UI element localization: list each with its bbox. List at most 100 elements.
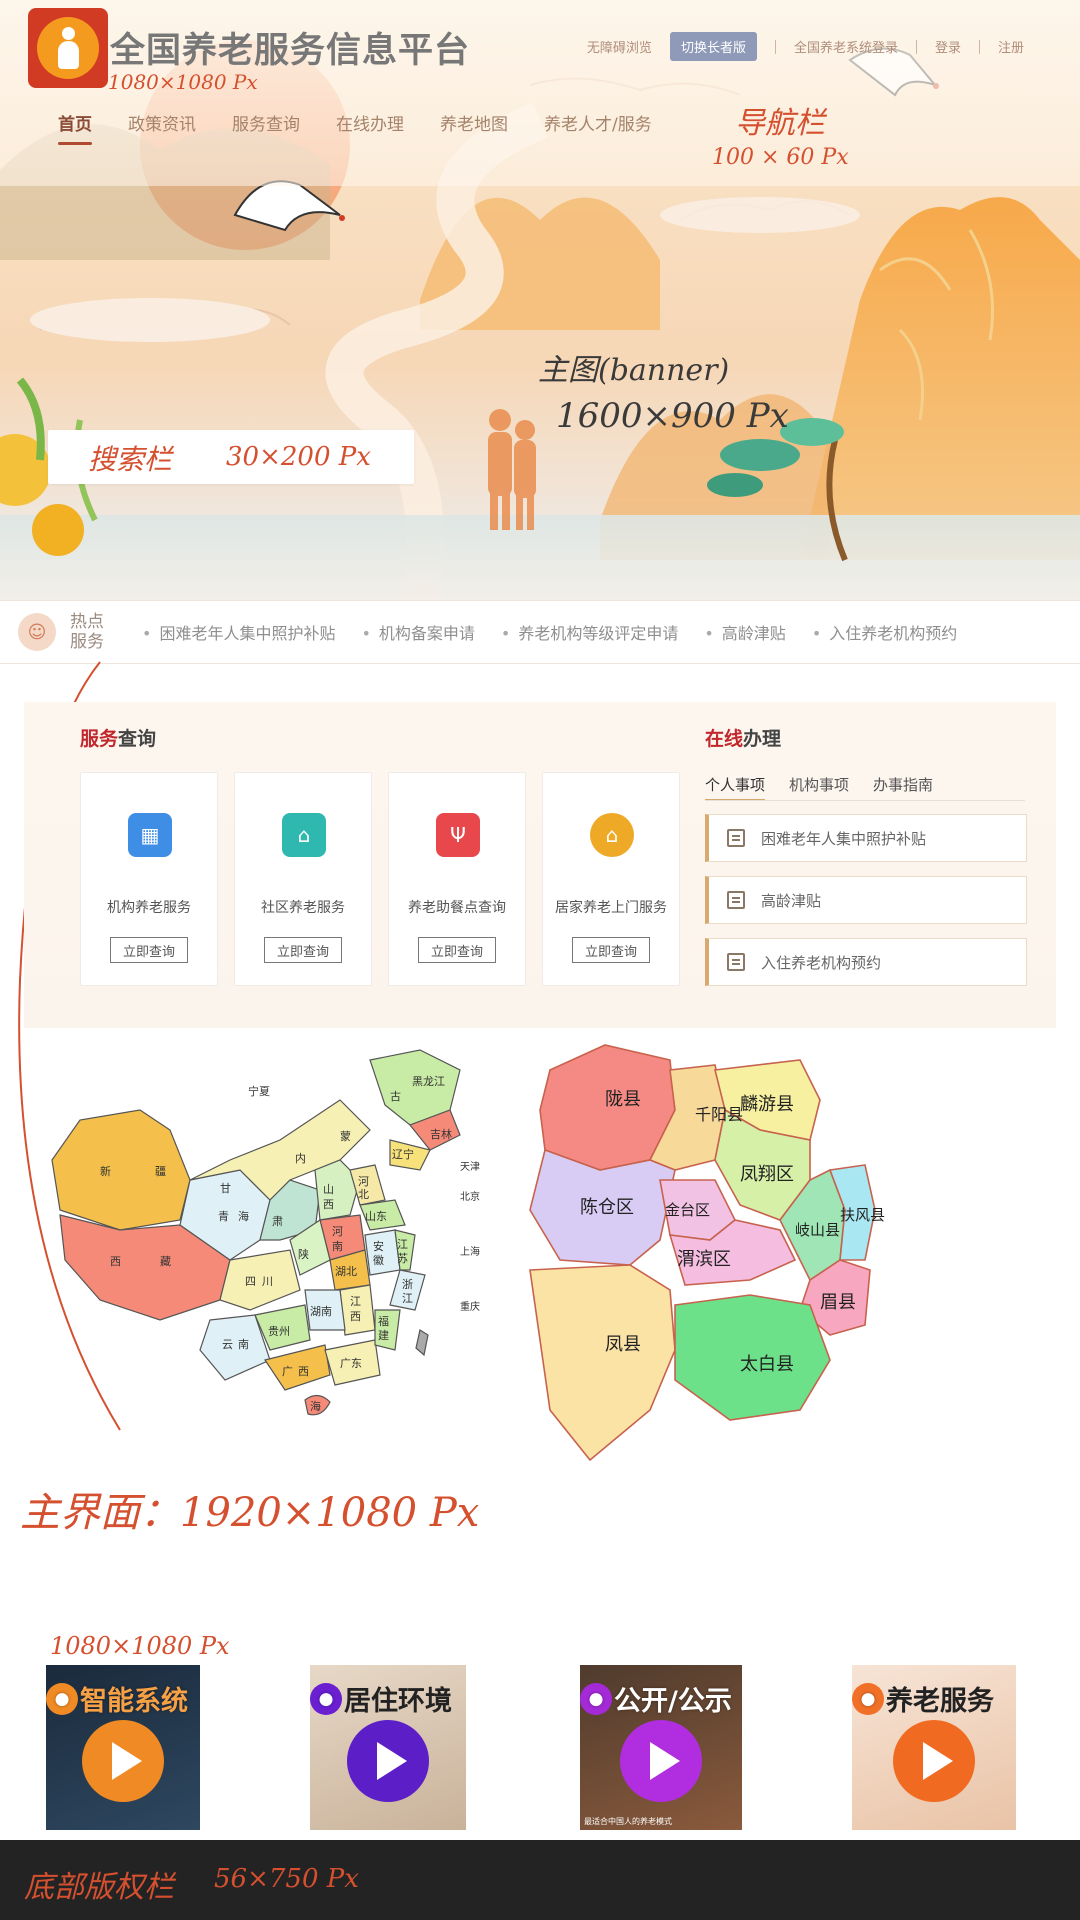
play-icon[interactable] xyxy=(620,1719,702,1802)
register-link[interactable]: 注册 xyxy=(998,37,1024,56)
video-thumb-living-environment[interactable]: ● 居住环境 xyxy=(310,1665,466,1830)
hot-services-bar: ☺ 热点服务 困难老年人集中照护补贴 机构备案申请 养老机构等级评定申请 高龄津… xyxy=(0,600,1080,664)
map-label: 肃 xyxy=(272,1215,283,1228)
query-now-button[interactable]: 立即查询 xyxy=(110,937,188,963)
online-tabs: 个人事项 机构事项 办事指南 xyxy=(705,774,933,801)
map-label: 甘 xyxy=(220,1182,231,1195)
tab-institution[interactable]: 机构事项 xyxy=(789,774,849,801)
document-icon xyxy=(727,891,745,909)
play-icon[interactable] xyxy=(82,1719,164,1802)
map-label: 南 xyxy=(332,1240,343,1253)
map-label: 山东 xyxy=(365,1210,387,1223)
system-login-link[interactable]: 全国养老系统登录 xyxy=(794,37,898,56)
nav-item-online[interactable]: 在线办理 xyxy=(336,110,404,145)
service-card-meal[interactable]: Ψ 养老助餐点查询 立即查询 xyxy=(388,772,526,986)
platform-logo[interactable] xyxy=(28,8,108,88)
map-label: 北 xyxy=(358,1188,369,1201)
online-item[interactable]: 高龄津贴 xyxy=(705,876,1027,924)
banner-label-note: 主图(banner) xyxy=(538,353,730,388)
divider xyxy=(915,39,917,54)
tab-personal[interactable]: 个人事项 xyxy=(705,774,766,801)
online-item[interactable]: 入住养老机构预约 xyxy=(705,938,1027,986)
china-map[interactable]: 新 疆 西 藏 青 海 甘 内 蒙 古 黑龙江 吉林 辽宁 肃 山 西 河 北 … xyxy=(40,1030,510,1450)
play-icon[interactable] xyxy=(893,1719,975,1802)
elder-mode-button[interactable]: 切换长者版 xyxy=(669,32,757,61)
nav-item-policy[interactable]: 政策资讯 xyxy=(128,110,196,145)
county-label: 陈仓区 xyxy=(580,1197,634,1218)
home-icon: ⌂ xyxy=(282,813,326,857)
query-now-button[interactable]: 立即查询 xyxy=(264,937,342,963)
map-label: 海 xyxy=(310,1399,321,1413)
footer-size-note: 56×750 Px xyxy=(214,1864,359,1894)
online-item-label: 困难老年人集中照护补贴 xyxy=(761,829,927,848)
play-icon[interactable] xyxy=(347,1719,429,1802)
map-label: 河 xyxy=(358,1175,369,1188)
map-label: 广东 xyxy=(340,1357,362,1370)
map-label: 陕 xyxy=(298,1247,309,1261)
hot-item[interactable]: 机构备案申请 xyxy=(361,620,475,644)
thumb-title: ● 养老服务 xyxy=(852,1679,994,1718)
county-label: 渭滨区 xyxy=(677,1249,731,1270)
document-icon xyxy=(727,953,745,971)
map-label: 藏 xyxy=(160,1255,171,1268)
service-card-label: 社区养老服务 xyxy=(261,900,345,916)
map-region-taiwan xyxy=(415,1329,429,1357)
map-label: 西 xyxy=(110,1255,121,1268)
nav-item-home[interactable]: 首页 xyxy=(58,110,92,145)
nav-item-talent[interactable]: 养老人才/服务 xyxy=(544,110,652,145)
thumb-title: ● 公开/公示 xyxy=(580,1679,732,1718)
map-label: 重庆 xyxy=(460,1300,480,1313)
fork-icon: Ψ xyxy=(436,813,480,857)
house-icon: ⌂ xyxy=(590,813,634,857)
query-now-button[interactable]: 立即查询 xyxy=(572,937,650,963)
online-item[interactable]: 困难老年人集中照护补贴 xyxy=(705,814,1027,862)
hot-item[interactable]: 高龄津贴 xyxy=(704,620,786,644)
map-label: 北京 xyxy=(460,1190,480,1203)
county-label: 扶风县 xyxy=(840,1206,885,1224)
nav-size-note: 100 × 60 Px xyxy=(712,145,849,170)
map-label: 徽 xyxy=(373,1253,384,1267)
video-thumb-smart-system[interactable]: ● 智能系统 xyxy=(46,1665,200,1830)
hot-item[interactable]: 养老机构等级评定申请 xyxy=(501,620,678,644)
accessibility-link[interactable]: 无障碍浏览 xyxy=(587,37,652,56)
nav-label-note: 导航栏 xyxy=(735,106,825,141)
video-thumb-elderly-service[interactable]: ● 养老服务 xyxy=(852,1665,1016,1830)
map-label: 湖北 xyxy=(335,1265,357,1278)
thumb-size-note: 1080×1080 Px xyxy=(50,1632,230,1660)
service-card-home-visit[interactable]: ⌂ 居家养老上门服务 立即查询 xyxy=(542,772,680,986)
query-now-button[interactable]: 立即查询 xyxy=(418,937,496,963)
video-thumb-public-notice[interactable]: ● 公开/公示 最适合中国人的养老模式 xyxy=(580,1665,742,1830)
map-label: 江 xyxy=(350,1295,361,1308)
map-label: 古 xyxy=(390,1090,401,1103)
hot-services-title: 热点服务 xyxy=(70,612,104,652)
map-label: 西 xyxy=(323,1198,334,1211)
footer-label-note: 底部版权栏 xyxy=(24,1870,174,1905)
map-label: 宁夏 xyxy=(248,1084,270,1098)
map-label: 四 xyxy=(245,1275,256,1288)
map-label: 新 xyxy=(100,1164,111,1178)
map-label: 江 xyxy=(402,1292,413,1305)
tab-guide[interactable]: 办事指南 xyxy=(873,774,933,801)
map-label: 湖南 xyxy=(310,1305,332,1318)
banner-size-note: 1600×900 Px xyxy=(556,396,789,436)
login-link[interactable]: 登录 xyxy=(935,37,961,56)
nav-item-service-query[interactable]: 服务查询 xyxy=(232,110,300,145)
thumb-caption: 最适合中国人的养老模式 xyxy=(584,1817,672,1826)
map-label: 西 xyxy=(298,1365,309,1378)
service-card-label: 机构养老服务 xyxy=(107,900,191,916)
service-card-institution[interactable]: ▦ 机构养老服务 立即查询 xyxy=(80,772,218,986)
map-label: 贵州 xyxy=(268,1325,290,1338)
map-label: 黑龙江 xyxy=(412,1075,445,1088)
service-card-community[interactable]: ⌂ 社区养老服务 立即查询 xyxy=(234,772,372,986)
thumb-title: ● 智能系统 xyxy=(46,1679,188,1718)
service-card-label: 居家养老上门服务 xyxy=(555,900,667,916)
nav-item-map[interactable]: 养老地图 xyxy=(440,110,508,145)
map-label: 云 xyxy=(222,1338,233,1351)
map-label: 广 xyxy=(282,1365,293,1378)
search-label-note: 搜索栏 xyxy=(88,443,173,476)
hot-item[interactable]: 入住养老机构预约 xyxy=(812,620,957,644)
hot-item[interactable]: 困难老年人集中照护补贴 xyxy=(142,620,335,644)
map-label: 江 xyxy=(397,1238,408,1251)
document-icon xyxy=(727,829,745,847)
county-map[interactable]: 陇县 千阳县 麟游县 陈仓区 凤翔区 岐山县 扶风县 金台区 渭滨区 眉县 凤县… xyxy=(510,1030,930,1490)
